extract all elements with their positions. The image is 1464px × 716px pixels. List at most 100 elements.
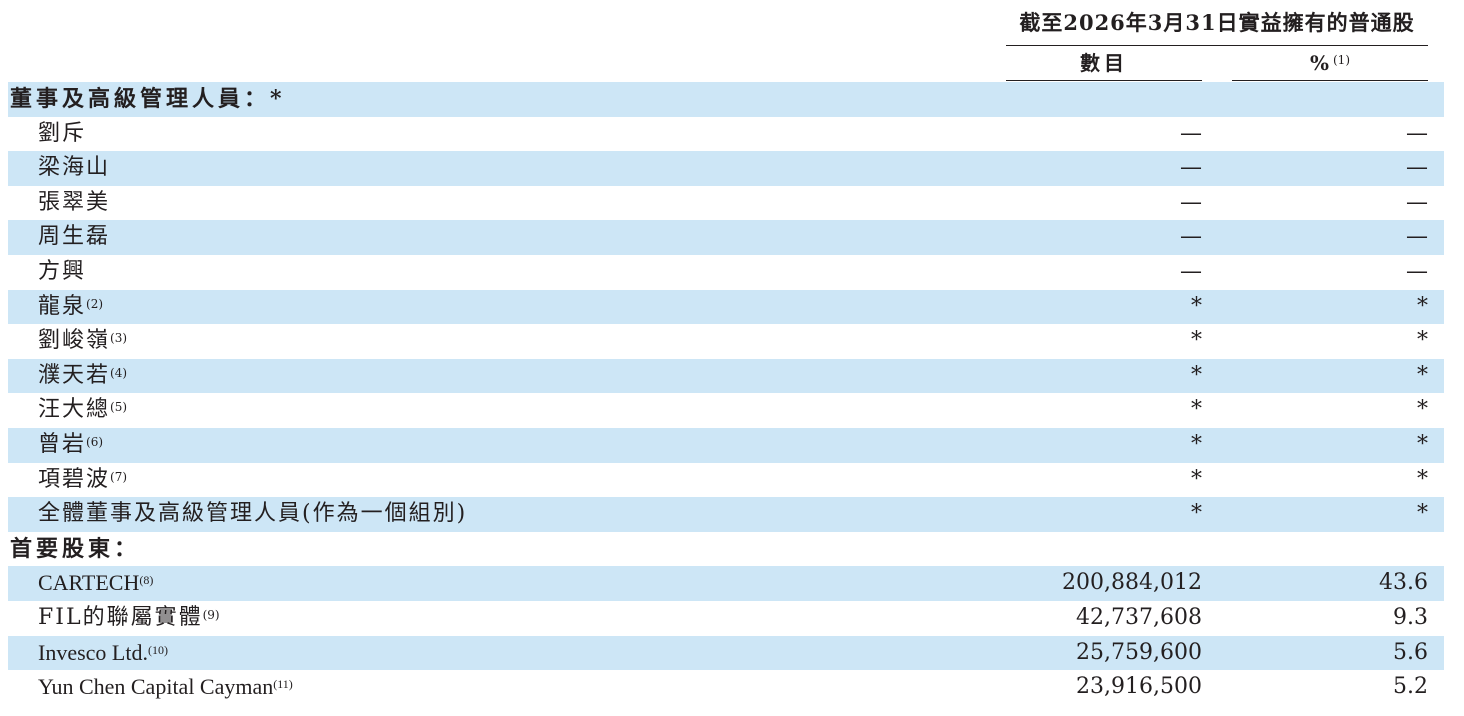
share-count: * [1191, 466, 1202, 492]
row-label-text: 全體董事及高級管理人員(作為一個組別) [38, 501, 468, 527]
share-count: — [1180, 155, 1202, 181]
row-label: FIL的聯屬實體(9) [38, 601, 220, 636]
share-count: 42,737,608 [1076, 604, 1202, 630]
share-count: — [1180, 258, 1202, 284]
row-label: 劉斥 [38, 117, 86, 152]
share-count: * [1191, 501, 1202, 527]
table-row: 方興 — — [8, 255, 1444, 290]
share-count: — [1180, 189, 1202, 215]
share-percent: * [1417, 501, 1428, 527]
row-label: 劉峻嶺(3) [38, 324, 127, 359]
table-row: 梁海山 — — [8, 151, 1444, 186]
row-label: 汪大總(5) [38, 393, 127, 428]
row-label: 方興 [38, 255, 86, 290]
row-label: Invesco Ltd.(10) [38, 636, 168, 671]
row-label-text: 汪大總 [38, 397, 111, 423]
row-label: CARTECH(8) [38, 566, 153, 601]
footnote-ref: (8) [139, 573, 154, 588]
share-count: 25,759,600 [1076, 639, 1202, 665]
share-count: * [1191, 397, 1202, 423]
row-label: 項碧波(7) [38, 463, 127, 498]
share-percent: — [1406, 224, 1428, 250]
footnote-ref: (6) [86, 434, 104, 449]
share-count: * [1191, 362, 1202, 388]
table-row: 濮天若(4) * * [8, 358, 1444, 394]
row-label-text: 董事及高級管理人員：* [10, 86, 286, 112]
share-percent: — [1406, 155, 1428, 181]
share-count: — [1180, 120, 1202, 146]
row-label-text: 曾岩 [38, 431, 87, 457]
section-header-row: 董事及高級管理人員：* [8, 82, 1444, 117]
share-percent: — [1406, 120, 1428, 146]
share-count: — [1180, 224, 1202, 250]
row-label-text: FIL的聯屬實體 [38, 604, 203, 630]
row-label-text: 劉斥 [38, 120, 87, 146]
footnote-ref: (9) [202, 607, 220, 622]
footnote-ref: (2) [86, 296, 104, 311]
row-label-text: Invesco Ltd. [38, 639, 148, 665]
footnote-ref: (3) [110, 331, 128, 346]
row-label: 龍泉(2) [38, 290, 103, 325]
footnote-ref: (5) [110, 400, 128, 415]
ownership-table: 董事及高級管理人員：* 劉斥 — — 梁海山 — — 張翠美 — — 周生磊 — — 方興 — — 龍泉(2) *… [8, 82, 1444, 705]
share-count: * [1191, 293, 1202, 319]
table-row: CARTECH(8) 200,884,012 43.6 [8, 566, 1444, 601]
row-label: 梁海山 [38, 151, 110, 186]
table-row: 曾岩(6) * * [8, 427, 1444, 463]
table-row: Yun Chen Capital Cayman(11) 23,916,500 5.2 [8, 670, 1444, 705]
table-row: 周生磊 — — [8, 220, 1444, 255]
column-group-header: 截至2026年3月31日實益擁有的普通股 [1019, 10, 1415, 35]
table-row: 龍泉(2) * * [8, 289, 1444, 325]
row-label-text: 劉峻嶺 [38, 328, 111, 354]
row-label-text: 周生磊 [38, 224, 111, 250]
footnote-ref: (4) [110, 365, 128, 380]
row-label: 首要股東： [10, 532, 140, 567]
row-label: 張翠美 [38, 186, 110, 221]
row-label: 董事及高級管理人員：* [10, 82, 286, 117]
table-row: 劉峻嶺(3) * * [8, 324, 1444, 359]
share-count: * [1191, 431, 1202, 457]
row-label-text: CARTECH [38, 570, 140, 596]
row-label-text: 龍泉 [38, 293, 87, 319]
row-label: 周生磊 [38, 220, 110, 255]
share-percent: 5.6 [1393, 639, 1428, 665]
row-label: 曾岩(6) [38, 428, 103, 463]
table-row: 項碧波(7) * * [8, 463, 1444, 498]
column-header-count: 數目 [1006, 48, 1202, 78]
table-row: 劉斥 — — [8, 117, 1444, 152]
column-header-percent-label: % [1309, 51, 1333, 75]
row-label: Yun Chen Capital Cayman(11) [38, 670, 293, 705]
row-label-text: 濮天若 [38, 362, 111, 388]
row-label-text: 張翠美 [38, 189, 111, 215]
share-percent: — [1406, 258, 1428, 284]
table-row: Invesco Ltd.(10) 25,759,600 5.6 [8, 635, 1444, 671]
row-label-text: 首要股東： [10, 535, 141, 562]
section-header-row: 首要股東： [8, 532, 1444, 567]
share-percent: * [1417, 397, 1428, 423]
share-percent: 9.3 [1393, 604, 1428, 630]
share-percent: * [1417, 328, 1428, 354]
share-count: 200,884,012 [1062, 570, 1202, 596]
share-percent: * [1417, 431, 1428, 457]
footnote-ref: (7) [110, 469, 128, 484]
header-rule-percent [1232, 80, 1428, 81]
header-rule-count [1006, 80, 1202, 81]
table-row: 張翠美 — — [8, 186, 1444, 221]
share-percent: * [1417, 293, 1428, 319]
share-percent: * [1417, 466, 1428, 492]
footnote-ref: (11) [273, 677, 293, 692]
table-row: 汪大總(5) * * [8, 393, 1444, 428]
table-row: FIL的聯屬實體(9) 42,737,608 9.3 [8, 601, 1444, 636]
row-label: 全體董事及高級管理人員(作為一個組別) [38, 497, 467, 532]
footnote-ref: (10) [147, 642, 168, 657]
share-percent: 5.2 [1393, 674, 1428, 700]
row-label-text: 梁海山 [38, 155, 111, 181]
share-count: * [1191, 328, 1202, 354]
column-header-count-label: 數目 [1080, 51, 1128, 75]
table-row: 全體董事及高級管理人員(作為一個組別) * * [8, 497, 1444, 532]
row-label: 濮天若(4) [38, 359, 127, 394]
share-percent: * [1417, 362, 1428, 388]
column-header-percent-note: (1) [1333, 53, 1350, 67]
share-count: 23,916,500 [1076, 674, 1202, 700]
row-label-text: Yun Chen Capital Cayman [38, 674, 274, 700]
